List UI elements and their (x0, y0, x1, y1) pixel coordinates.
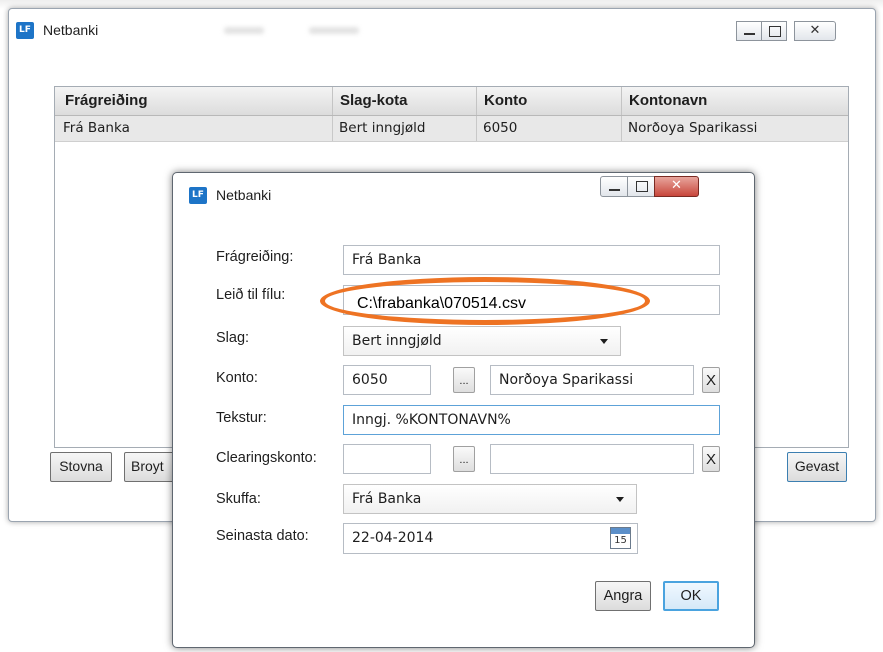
account-number-field[interactable]: 6050 (343, 365, 431, 395)
blurred-title-text (309, 27, 359, 34)
column-divider (332, 87, 333, 115)
minimize-icon (609, 189, 620, 191)
cell-divider (476, 116, 477, 141)
dialog-title: Netbanki (216, 187, 272, 203)
account-name-field[interactable]: Norðoya Sparikassi (490, 365, 694, 395)
blurred-title-text (224, 27, 264, 34)
close-icon: ✕ (809, 23, 821, 38)
account-browse-button[interactable]: ... (453, 367, 475, 393)
edit-dialog: LF Netbanki ✕ Frágreiðing: Frá Banka Lei… (172, 172, 755, 648)
minimize-button[interactable] (736, 21, 762, 41)
description-field[interactable]: Frá Banka (343, 245, 720, 275)
account-label: Konto: (216, 370, 258, 386)
column-header-account-name[interactable]: Kontonavn (629, 92, 707, 109)
table-row[interactable]: Frá Banka Bert inngjøld 6050 Norðoya Spa… (55, 116, 848, 142)
last-date-value: 22-04-2014 (352, 530, 434, 546)
column-divider (476, 87, 477, 115)
column-divider (621, 87, 622, 115)
close-button[interactable]: ✕ (794, 21, 836, 41)
file-path-value: C:\frabanka\070514.csv (357, 295, 526, 312)
type-label: Slag: (216, 330, 250, 346)
grid-header: Frágreiðing Slag-kota Konto Kontonavn (55, 87, 848, 116)
cell-type: Bert inngjøld (339, 120, 426, 136)
stovna-button[interactable]: Stovna (50, 452, 112, 482)
calendar-day: 15 (614, 535, 627, 546)
description-label: Frágreiðing: (216, 249, 294, 265)
dialog-minimize-button[interactable] (600, 176, 628, 197)
app-icon: LF (16, 22, 34, 39)
column-header-type[interactable]: Slag-kota (340, 92, 408, 109)
dialog-close-button[interactable]: ✕ (654, 176, 699, 197)
calendar-icon[interactable]: 15 (610, 527, 631, 549)
cell-account-name: Norðoya Sparikassi (628, 120, 758, 136)
text-field[interactable]: Inngj. %KONTONAVN% (343, 405, 720, 435)
drawer-value: Frá Banka (352, 491, 422, 507)
clearing-browse-button[interactable]: ... (453, 446, 475, 472)
last-date-label: Seinasta dato: (216, 528, 309, 544)
drawer-label: Skuffa: (216, 491, 261, 507)
clearing-clear-button[interactable]: X (702, 446, 720, 472)
type-dropdown[interactable]: Bert inngjøld (343, 326, 621, 356)
chevron-down-icon (616, 497, 624, 502)
clearing-account-number-field[interactable] (343, 444, 431, 474)
cell-account: 6050 (483, 120, 518, 136)
close-icon: ✕ (671, 178, 682, 193)
file-path-label: Leið til fílu: (216, 287, 286, 303)
dialog-app-icon: LF (189, 187, 207, 204)
cell-divider (332, 116, 333, 141)
text-label: Tekstur: (216, 410, 267, 426)
maximize-icon (636, 181, 648, 192)
ok-button[interactable]: OK (663, 581, 719, 611)
clearing-account-label: Clearingskonto: (216, 450, 317, 466)
maximize-icon (769, 26, 781, 37)
chevron-down-icon (600, 339, 608, 344)
cell-description: Frá Banka (63, 120, 130, 136)
cell-divider (621, 116, 622, 141)
gevast-button[interactable]: Gevast (787, 452, 847, 482)
type-value: Bert inngjøld (352, 333, 442, 349)
clearing-account-name-field[interactable] (490, 444, 694, 474)
maximize-button[interactable] (761, 21, 787, 41)
cancel-button[interactable]: Angra (595, 581, 651, 611)
last-date-field[interactable]: 22-04-2014 (343, 523, 638, 554)
column-header-account[interactable]: Konto (484, 92, 527, 109)
account-clear-button[interactable]: X (702, 367, 720, 393)
minimize-icon (744, 33, 755, 35)
window-title: Netbanki (43, 22, 99, 38)
dialog-maximize-button[interactable] (627, 176, 655, 197)
drawer-dropdown[interactable]: Frá Banka (343, 484, 637, 514)
column-header-description[interactable]: Frágreiðing (65, 92, 148, 109)
